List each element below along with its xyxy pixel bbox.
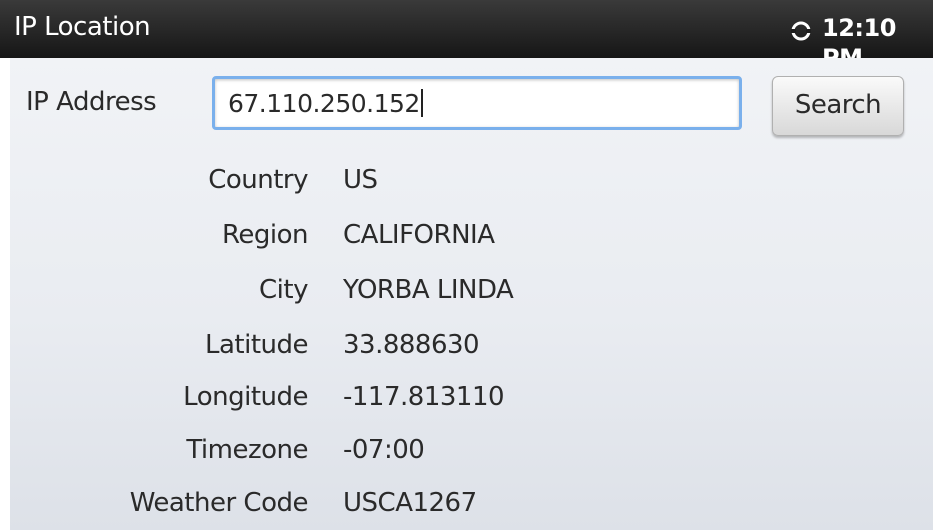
result-row-country: Country US [10, 163, 933, 197]
weather-code-value: USCA1267 [343, 488, 477, 518]
longitude-label: Longitude [183, 382, 308, 412]
ip-address-label: IP Address [26, 87, 157, 117]
region-value: CALIFORNIA [343, 220, 495, 250]
result-row-weather-code: Weather Code USCA1267 [10, 486, 933, 520]
search-button[interactable]: Search [772, 76, 904, 136]
title-bar: IP Location 12:10 PM [0, 0, 933, 72]
result-row-longitude: Longitude -117.813110 [10, 380, 933, 414]
city-value: YORBA LINDA [343, 275, 514, 305]
result-row-latitude: Latitude 33.888630 [10, 328, 933, 362]
timezone-value: -07:00 [343, 435, 425, 465]
result-row-region: Region CALIFORNIA [10, 218, 933, 252]
weather-code-label: Weather Code [129, 488, 309, 518]
app-screen: IP Location 12:10 PM IP Address 67.110.2… [0, 0, 933, 530]
country-value: US [343, 165, 378, 195]
text-cursor [420, 89, 423, 117]
timezone-label: Timezone [186, 435, 308, 465]
app-title: IP Location [14, 12, 151, 42]
ip-address-input[interactable]: 67.110.250.152 [212, 76, 742, 130]
sync-icon [791, 21, 811, 41]
latitude-value: 33.888630 [343, 330, 480, 360]
country-label: Country [208, 165, 308, 195]
latitude-label: Latitude [204, 330, 309, 360]
region-label: Region [221, 220, 309, 250]
ip-address-value: 67.110.250.152 [228, 89, 423, 119]
result-row-timezone: Timezone -07:00 [10, 433, 933, 467]
main-content: IP Address 67.110.250.152 Search Country… [10, 58, 933, 530]
longitude-value: -117.813110 [343, 382, 505, 412]
result-row-city: City YORBA LINDA [10, 273, 933, 307]
city-label: City [259, 275, 308, 305]
